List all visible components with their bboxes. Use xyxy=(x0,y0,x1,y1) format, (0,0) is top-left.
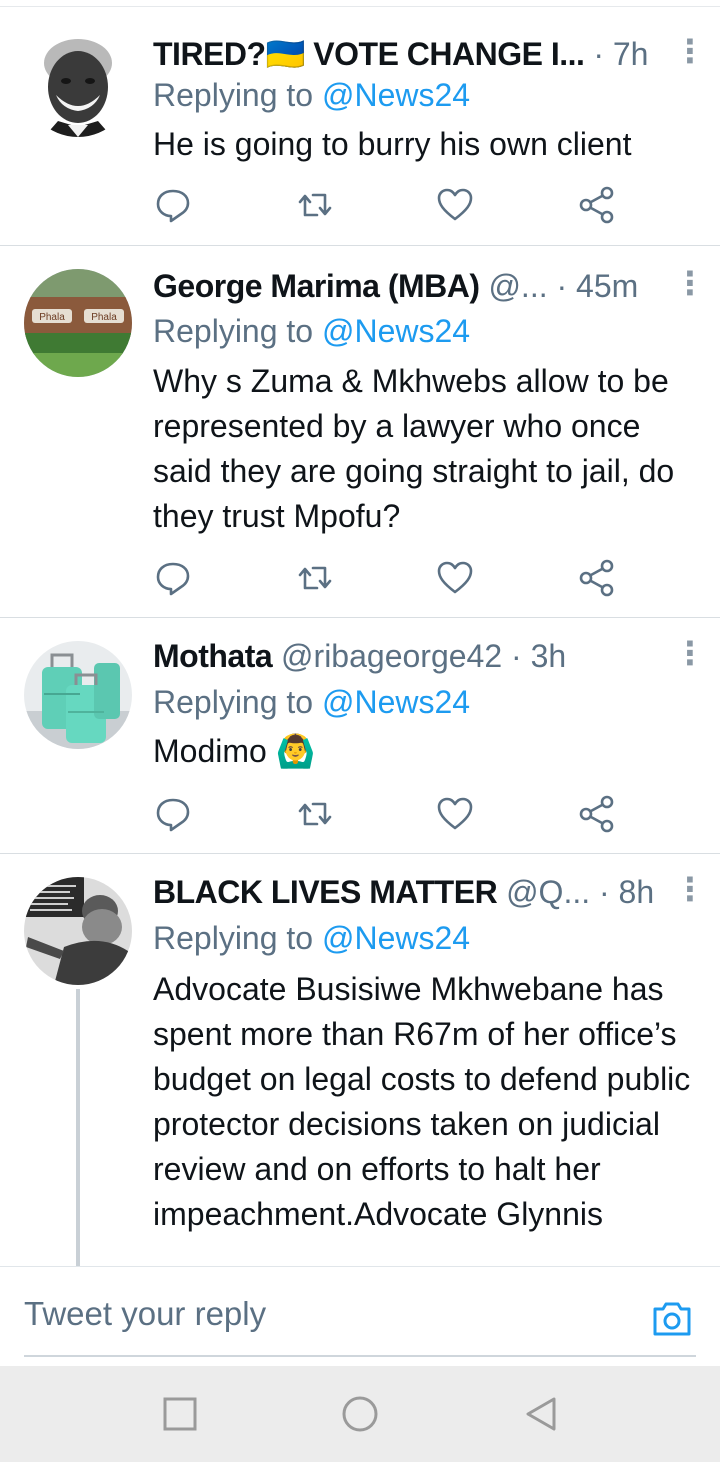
heart-icon[interactable] xyxy=(435,185,475,225)
reply-icon[interactable] xyxy=(153,794,193,834)
replying-to: Replying to @News24 xyxy=(153,75,470,115)
tweet-separator: · xyxy=(599,874,610,910)
share-icon[interactable] xyxy=(577,558,617,598)
replying-to: Replying to @News24 xyxy=(153,682,470,722)
tweet-separator: · xyxy=(593,36,604,72)
circle-icon[interactable] xyxy=(340,1394,380,1434)
replying-handle-link[interactable]: @News24 xyxy=(322,313,470,349)
avatar[interactable] xyxy=(24,641,132,749)
tweet-time: 8h xyxy=(618,874,655,910)
tweet-text: Why s Zuma & Mkhwebs allow to be represe… xyxy=(153,363,675,534)
tweet-actions xyxy=(153,185,623,225)
display-name[interactable]: George Marima (MBA) xyxy=(153,268,480,304)
tweet-header: TIRED?🇺🇦 VOTE CHANGE I... · 7h xyxy=(153,34,690,74)
tweet-separator: · xyxy=(556,268,568,304)
tweet-time: 45m xyxy=(576,268,639,304)
tweet-actions xyxy=(153,794,623,834)
tweet-feed: TIRED?🇺🇦 VOTE CHANGE I... · 7h ⋮ Replyin… xyxy=(0,0,720,1266)
reply-composer: Tweet your reply xyxy=(0,1266,720,1367)
system-navigation-bar xyxy=(0,1366,720,1462)
more-vertical-icon[interactable]: ⋮ xyxy=(674,266,706,306)
tweet-time: 7h xyxy=(612,36,649,72)
composer-underline xyxy=(24,1355,696,1357)
avatar[interactable] xyxy=(24,29,132,137)
tweet-text: He is going to burry his own client xyxy=(153,126,632,162)
user-handle[interactable]: @Q... xyxy=(506,874,590,910)
heart-icon[interactable] xyxy=(435,558,475,598)
share-icon[interactable] xyxy=(577,185,617,225)
tweet-item[interactable]: Mothata @ribageorge42 · 3h ⋮ Replying to… xyxy=(0,617,720,854)
tweet-item[interactable]: BLACK LIVES MATTER @Q... · 8h ⋮ Replying… xyxy=(0,853,720,1266)
display-name[interactable]: BLACK LIVES MATTER xyxy=(153,874,498,910)
replying-handle-link[interactable]: @News24 xyxy=(322,77,470,113)
heart-icon[interactable] xyxy=(435,794,475,834)
user-handle[interactable]: @... xyxy=(488,268,547,304)
camera-icon[interactable] xyxy=(650,1299,694,1339)
replying-prefix: Replying to xyxy=(153,313,314,349)
more-vertical-icon[interactable]: ⋮ xyxy=(674,636,706,676)
avatar[interactable]: Phala Phala xyxy=(24,269,132,377)
more-vertical-icon[interactable]: ⋮ xyxy=(674,34,706,74)
avatar-sign-text: Phala xyxy=(91,312,117,323)
display-name[interactable]: TIRED?🇺🇦 VOTE CHANGE I... xyxy=(153,36,585,72)
retweet-icon[interactable] xyxy=(295,185,335,225)
square-icon[interactable] xyxy=(160,1394,200,1434)
tweet-item[interactable]: TIRED?🇺🇦 VOTE CHANGE I... · 7h ⋮ Replyin… xyxy=(0,7,720,246)
tweet-text: Modimo 🙆‍♂️ xyxy=(153,733,316,769)
reply-icon[interactable] xyxy=(153,558,193,598)
avatar-sign-text: Phala xyxy=(39,312,65,323)
tweet-text: Advocate Busisiwe Mkhwebane has spent mo… xyxy=(153,971,691,1232)
share-icon[interactable] xyxy=(577,794,617,834)
avatar[interactable] xyxy=(24,877,132,985)
tweet-item[interactable]: Phala Phala George Marima (MBA) @... · 4… xyxy=(0,245,720,618)
replying-to: Replying to @News24 xyxy=(153,918,470,958)
more-vertical-icon[interactable]: ⋮ xyxy=(674,872,706,912)
tweet-header: George Marima (MBA) @... · 45m xyxy=(153,266,690,306)
user-handle[interactable]: @ribageorge42 xyxy=(281,638,502,674)
tweet-time: 3h xyxy=(530,638,567,674)
replying-prefix: Replying to xyxy=(153,684,314,720)
retweet-icon[interactable] xyxy=(295,794,335,834)
tweet-separator: · xyxy=(511,638,522,674)
thread-line xyxy=(76,989,80,1266)
triangle-back-icon[interactable] xyxy=(520,1394,560,1434)
tweet-header: BLACK LIVES MATTER @Q... · 8h xyxy=(153,872,690,912)
display-name[interactable]: Mothata xyxy=(153,638,273,674)
tweet-header: Mothata @ribageorge42 · 3h xyxy=(153,636,690,676)
replying-handle-link[interactable]: @News24 xyxy=(322,920,470,956)
reply-icon[interactable] xyxy=(153,185,193,225)
replying-handle-link[interactable]: @News24 xyxy=(322,684,470,720)
replying-to: Replying to @News24 xyxy=(153,311,470,351)
replying-prefix: Replying to xyxy=(153,77,314,113)
tweet-actions xyxy=(153,558,623,598)
tweet-reply-input[interactable]: Tweet your reply xyxy=(24,1295,266,1333)
retweet-icon[interactable] xyxy=(295,558,335,598)
replying-prefix: Replying to xyxy=(153,920,314,956)
